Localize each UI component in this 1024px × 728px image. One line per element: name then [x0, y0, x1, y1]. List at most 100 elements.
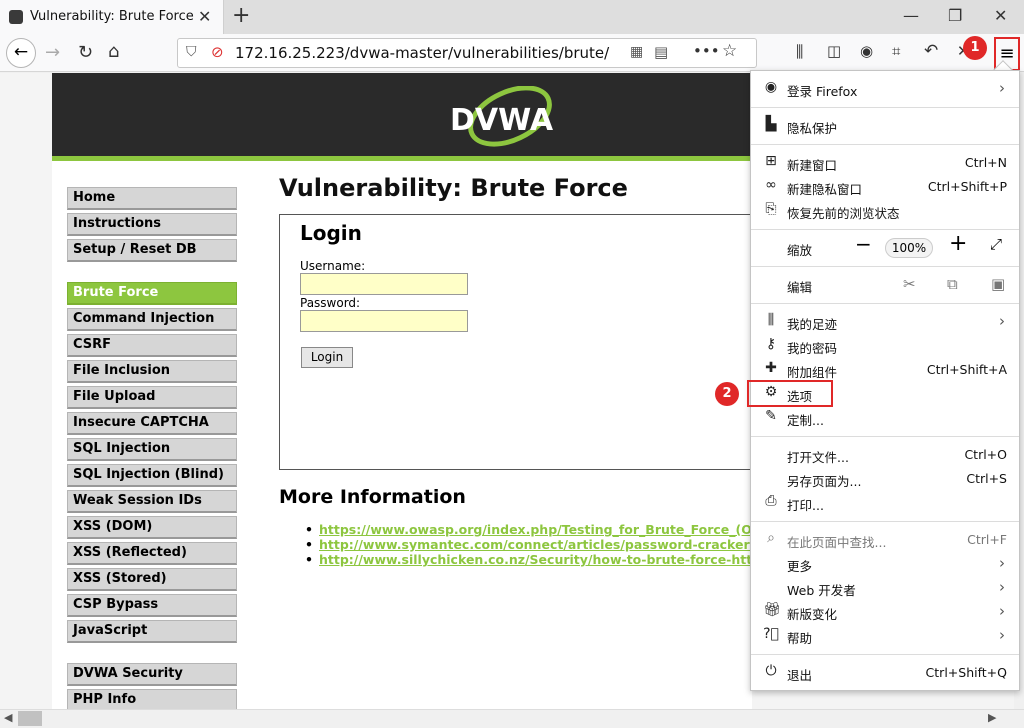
- zoom-in-button[interactable]: +: [949, 231, 967, 256]
- restore-icon[interactable]: ❐: [948, 6, 962, 25]
- printer-icon: ⎙: [765, 493, 777, 509]
- dvwa-favicon-icon: [9, 10, 23, 24]
- menu-whats-new[interactable]: 🎁︎ 新版变化 ›: [751, 600, 1019, 624]
- menu-quit[interactable]: ⏻ 退出 Ctrl+Shift+Q: [751, 661, 1019, 685]
- sidebar-item-sql-injection-blind[interactable]: SQL Injection (Blind): [67, 464, 237, 487]
- password-input[interactable]: [300, 310, 468, 332]
- menu-restore-session[interactable]: ⎘ 恢复先前的浏览状态: [751, 199, 1019, 223]
- library-icon[interactable]: ⫼: [796, 42, 803, 62]
- restore-session-icon: ⎘: [765, 201, 777, 217]
- forward-button[interactable]: →: [45, 42, 60, 63]
- menu-library[interactable]: ⫼ 我的足迹 ›: [751, 310, 1019, 334]
- more-info-title: More Information: [279, 486, 466, 508]
- menu-new-window[interactable]: ⊞ 新建窗口 Ctrl+N: [751, 151, 1019, 175]
- sidebar-item-javascript[interactable]: JavaScript: [67, 620, 237, 643]
- minimize-icon[interactable]: —: [903, 6, 919, 25]
- dvwa-logo: DVWA: [450, 86, 554, 147]
- undo-icon[interactable]: ↶: [924, 41, 938, 61]
- menu-save-as[interactable]: 另存页面为... Ctrl+S: [751, 467, 1019, 491]
- menu-print[interactable]: ⎙ 打印...: [751, 491, 1019, 515]
- sidebar-icon[interactable]: ◫: [827, 42, 841, 60]
- reader-view-icon[interactable]: ▤: [654, 43, 668, 61]
- menu-help[interactable]: ?⃝ 帮助 ›: [751, 624, 1019, 648]
- qr-code-icon[interactable]: ▦: [630, 44, 643, 60]
- menu-open-file[interactable]: 打开文件... Ctrl+O: [751, 443, 1019, 467]
- reload-button[interactable]: ↻: [78, 42, 93, 63]
- menu-passwords[interactable]: ⚷ 我的密码: [751, 334, 1019, 358]
- chevron-right-icon: ›: [999, 626, 1005, 644]
- shield-icon[interactable]: ⛉: [186, 44, 197, 60]
- screenshot-crop-icon[interactable]: ⌗: [892, 42, 900, 60]
- account-icon[interactable]: ◉: [860, 42, 873, 60]
- url-text[interactable]: 172.16.25.223/dvwa-master/vulnerabilitie…: [235, 44, 609, 62]
- sidebar-item-brute-force[interactable]: Brute Force: [67, 282, 237, 305]
- paste-icon[interactable]: ▣: [991, 275, 1005, 293]
- login-title: Login: [300, 221, 362, 245]
- sidebar-item-weak-session-ids[interactable]: Weak Session IDs: [67, 490, 237, 513]
- zoom-level[interactable]: 100%: [885, 238, 933, 258]
- search-icon: ⌕: [767, 530, 775, 546]
- copy-icon[interactable]: ⧉: [947, 275, 958, 293]
- menu-sign-in[interactable]: ◉ 登录 Firefox ›: [751, 77, 1019, 101]
- new-tab-button[interactable]: +: [232, 3, 250, 28]
- tab-close-icon[interactable]: ✕: [198, 7, 211, 26]
- new-window-icon: ⊞: [765, 153, 777, 169]
- key-icon: ⚷: [765, 336, 777, 352]
- tab-title: Vulnerability: Brute Force: [30, 9, 194, 24]
- scroll-left-arrow-icon[interactable]: ◀: [4, 711, 12, 724]
- menu-privacy[interactable]: ▙ 隐私保护: [751, 114, 1019, 138]
- dvwa-header: [52, 73, 752, 156]
- options-highlight-box: [747, 380, 833, 407]
- username-input[interactable]: [300, 273, 468, 295]
- sidebar-item-insecure-captcha[interactable]: Insecure CAPTCHA: [67, 412, 237, 435]
- sidebar-item-csp-bypass[interactable]: CSP Bypass: [67, 594, 237, 617]
- chevron-right-icon: ›: [999, 79, 1005, 97]
- zoom-out-button[interactable]: −: [855, 232, 872, 256]
- chevron-right-icon: ›: [999, 312, 1005, 330]
- login-button[interactable]: Login: [301, 347, 353, 368]
- chevron-right-icon: ›: [999, 602, 1005, 620]
- menu-addons[interactable]: ✚ 附加组件 Ctrl+Shift+A: [751, 358, 1019, 382]
- step-2-badge: 2: [715, 382, 739, 406]
- sidebar-item-xss-dom[interactable]: XSS (DOM): [67, 516, 237, 539]
- gift-icon: 🎁︎: [763, 602, 781, 618]
- horizontal-scroll-thumb[interactable]: [18, 711, 42, 726]
- menu-new-private-window[interactable]: ∞ 新建隐私窗口 Ctrl+Shift+P: [751, 175, 1019, 199]
- menu-edit: 编辑: [787, 280, 813, 295]
- help-icon: ?⃝: [763, 626, 779, 642]
- sidebar-item-xss-reflected[interactable]: XSS (Reflected): [67, 542, 237, 565]
- page-actions-icon[interactable]: •••: [693, 42, 720, 60]
- puzzle-icon: ✚: [765, 360, 777, 376]
- sidebar-item-file-inclusion[interactable]: File Inclusion: [67, 360, 237, 383]
- sidebar-item-file-upload[interactable]: File Upload: [67, 386, 237, 409]
- horizontal-scrollbar[interactable]: [0, 709, 1024, 728]
- sidebar-item-xss-stored[interactable]: XSS (Stored): [67, 568, 237, 591]
- sidebar-item-setup-reset-db[interactable]: Setup / Reset DB: [67, 239, 237, 262]
- page-title: Vulnerability: Brute Force: [279, 174, 628, 202]
- username-label: Username:: [300, 259, 366, 273]
- sidebar-item-dvwa-security[interactable]: DVWA Security: [67, 663, 237, 686]
- sidebar-item-sql-injection[interactable]: SQL Injection: [67, 438, 237, 461]
- menu-find[interactable]: ⌕ 在此页面中查找... Ctrl+F: [751, 528, 1019, 552]
- scroll-right-arrow-icon[interactable]: ▶: [988, 711, 996, 724]
- symantec-link[interactable]: http://www.symantec.com/connect/articles…: [305, 537, 806, 552]
- sidebar-item-csrf[interactable]: CSRF: [67, 334, 237, 357]
- window-close-icon[interactable]: ✕: [994, 6, 1007, 25]
- sidebar-item-command-injection[interactable]: Command Injection: [67, 308, 237, 331]
- back-button[interactable]: ←: [6, 38, 36, 68]
- sidebar-item-home[interactable]: Home: [67, 187, 237, 210]
- cut-icon[interactable]: ✂: [903, 275, 916, 293]
- insecure-lock-icon[interactable]: ⊘: [211, 43, 224, 61]
- power-icon: ⏻: [765, 663, 777, 679]
- home-button[interactable]: ⌂: [108, 41, 119, 62]
- mask-icon: ∞: [765, 177, 777, 193]
- menu-web-developer[interactable]: Web 开发者 ›: [751, 576, 1019, 600]
- login-panel: [279, 214, 759, 470]
- sidebar-item-instructions[interactable]: Instructions: [67, 213, 237, 236]
- bookmark-star-icon[interactable]: ☆: [722, 41, 737, 61]
- owasp-link[interactable]: https://www.owasp.org/index.php/Testing_…: [305, 522, 793, 537]
- fullscreen-icon[interactable]: ⤢: [990, 235, 1002, 253]
- menu-more[interactable]: 更多 ›: [751, 552, 1019, 576]
- sillychicken-link[interactable]: http://www.sillychicken.co.nz/Security/h…: [305, 552, 812, 567]
- menu-customize[interactable]: ✎ 定制...: [751, 406, 1019, 430]
